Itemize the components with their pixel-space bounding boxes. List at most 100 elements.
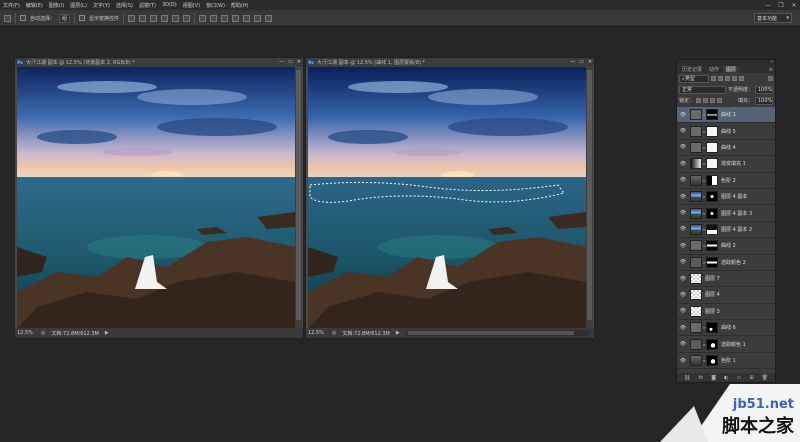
- lock-position-icon[interactable]: [710, 98, 716, 103]
- layer-name[interactable]: 选取颜色 2: [721, 259, 746, 266]
- layer-row[interactable]: 👁 ∞ 曲线 2: [677, 238, 775, 255]
- lock-image-icon[interactable]: [703, 98, 709, 103]
- auto-align-icon[interactable]: [265, 14, 273, 22]
- visibility-eye-icon[interactable]: 👁: [679, 177, 687, 183]
- layer-row[interactable]: 👁 图层 4: [677, 287, 775, 304]
- layer-name[interactable]: 曲线 1: [721, 111, 736, 118]
- layer-mask-thumbnail[interactable]: [706, 141, 718, 153]
- new-layer-icon[interactable]: ⊞: [749, 375, 753, 381]
- layer-row[interactable]: 👁 ∞ 渐变填充 1: [677, 156, 775, 173]
- menu-window[interactable]: 窗口(W): [203, 2, 228, 9]
- layer-row[interactable]: 👁 ∞ 曲线 4: [677, 140, 775, 157]
- layer-name[interactable]: 图层 4 副本 2: [721, 226, 752, 233]
- filter-toggle-icon[interactable]: [768, 76, 773, 81]
- app-close-button[interactable]: ✕: [790, 2, 798, 9]
- distribute-middle-icon[interactable]: [210, 14, 218, 22]
- adjustment-icon[interactable]: ◐: [724, 375, 728, 381]
- distribute-left-icon[interactable]: [232, 14, 240, 22]
- layer-row[interactable]: 👁 ∞ 曲线 1: [677, 107, 775, 124]
- layer-mask-thumbnail[interactable]: [706, 191, 718, 203]
- layer-name[interactable]: 图层 4 副本: [721, 193, 747, 200]
- lock-transparent-icon[interactable]: [696, 98, 702, 103]
- move-tool-icon[interactable]: [4, 14, 11, 22]
- distribute-center-icon[interactable]: [243, 14, 251, 22]
- doc-close-button[interactable]: ✕: [297, 59, 301, 65]
- layer-name[interactable]: 色阶 1: [721, 357, 736, 364]
- show-transform-checkbox[interactable]: [79, 15, 86, 21]
- workspace-switcher[interactable]: 基本功能 ▾: [754, 13, 792, 23]
- visibility-eye-icon[interactable]: 👁: [679, 325, 687, 331]
- filter-type-icon[interactable]: [725, 76, 730, 81]
- photo-thumbnail-icon[interactable]: [690, 207, 702, 219]
- layer-mask-thumbnail[interactable]: [706, 240, 718, 252]
- doc-minimize-button[interactable]: —: [570, 59, 575, 65]
- selective-thumbnail-icon[interactable]: [690, 256, 702, 268]
- fx-icon[interactable]: fx: [698, 375, 703, 381]
- layer-name[interactable]: 图层 7: [705, 275, 720, 282]
- auto-select-dropdown[interactable]: 组: [59, 13, 71, 23]
- layer-mask-thumbnail[interactable]: [706, 256, 718, 268]
- menu-3d[interactable]: 3D(D): [159, 2, 180, 8]
- tab-history[interactable]: 历史记录: [679, 66, 705, 73]
- status-menu-arrow-icon[interactable]: ▶: [105, 330, 109, 336]
- menu-edit[interactable]: 编辑(E): [23, 2, 46, 9]
- checker-thumbnail-icon[interactable]: [690, 273, 702, 285]
- vertical-scrollbar[interactable]: [586, 68, 593, 329]
- visibility-eye-icon[interactable]: 👁: [679, 358, 687, 364]
- app-restore-button[interactable]: ❐: [777, 2, 785, 9]
- filter-shape-icon[interactable]: [732, 76, 737, 81]
- auto-select-checkbox[interactable]: [20, 15, 26, 21]
- curves-thumbnail-icon[interactable]: [690, 109, 702, 121]
- menu-filter[interactable]: 滤镜(T): [136, 2, 159, 9]
- lock-all-icon[interactable]: [717, 98, 723, 103]
- visibility-eye-icon[interactable]: 👁: [679, 243, 687, 249]
- menu-file[interactable]: 文件(F): [0, 2, 23, 9]
- layer-mask-thumbnail[interactable]: [706, 158, 718, 170]
- menu-type[interactable]: 文字(Y): [90, 2, 113, 9]
- document-canvas[interactable]: [308, 67, 586, 329]
- layer-row[interactable]: 👁 ∞ 选取颜色 1: [677, 336, 775, 353]
- distribute-top-icon[interactable]: [199, 14, 207, 22]
- visibility-eye-icon[interactable]: 👁: [679, 341, 687, 347]
- document-title-bar[interactable]: Ps 大汗江湖 副本 @ 12.5% (背景副本 2, RGB/8) * — ▭…: [15, 58, 303, 67]
- layer-row[interactable]: 👁 ∞ 图层 4 副本 3: [677, 205, 775, 222]
- tab-actions[interactable]: 动作: [706, 66, 722, 73]
- layer-row[interactable]: 👁 ∞ 曲线 5: [677, 123, 775, 140]
- checker-thumbnail-icon[interactable]: [690, 305, 702, 317]
- gradient-thumbnail-icon[interactable]: [690, 158, 702, 170]
- filter-pixel-icon[interactable]: [711, 76, 716, 81]
- photo-thumbnail-icon[interactable]: [690, 191, 702, 203]
- layer-mask-thumbnail[interactable]: [706, 174, 718, 186]
- document-window-right[interactable]: Ps 大汗江湖 副本 @ 12.5% (曲线 1, 图层蒙版/8) * — ▭ …: [305, 57, 595, 339]
- trash-icon[interactable]: 🗑: [762, 375, 768, 381]
- mask-icon[interactable]: ◙: [711, 375, 716, 381]
- layer-row[interactable]: 👁 ∞ 选取颜色 2: [677, 255, 775, 271]
- visibility-eye-icon[interactable]: 👁: [679, 112, 687, 118]
- doc-maximize-button[interactable]: ▭: [579, 59, 584, 65]
- layer-name[interactable]: 图层 3: [705, 308, 720, 315]
- visibility-eye-icon[interactable]: 👁: [679, 292, 687, 298]
- visibility-eye-icon[interactable]: 👁: [679, 226, 687, 232]
- vertical-scrollbar[interactable]: [295, 68, 302, 329]
- document-title-bar[interactable]: Ps 大汗江湖 副本 @ 12.5% (曲线 1, 图层蒙版/8) * — ▭ …: [306, 58, 594, 67]
- layer-row[interactable]: 👁 ∞ 色阶 2: [677, 173, 775, 189]
- photo-thumbnail-icon[interactable]: [690, 223, 702, 235]
- curves-thumbnail-icon[interactable]: [690, 141, 702, 153]
- visibility-eye-icon[interactable]: 👁: [679, 194, 687, 200]
- doc-maximize-button[interactable]: ▭: [288, 59, 293, 65]
- status-info-icon[interactable]: ◎: [41, 330, 45, 336]
- layer-row[interactable]: 👁 图层 7: [677, 271, 775, 288]
- layer-row[interactable]: 👁 ∞ 图层 4 副本: [677, 189, 775, 206]
- layer-row[interactable]: 👁 ∞ 曲线 6: [677, 320, 775, 337]
- folder-icon[interactable]: ▭: [737, 375, 742, 381]
- layer-name[interactable]: 选取颜色 1: [721, 341, 746, 348]
- zoom-level[interactable]: 12.5%: [308, 330, 326, 336]
- zoom-level[interactable]: 12.5%: [17, 330, 35, 336]
- align-top-icon[interactable]: [128, 14, 136, 22]
- visibility-eye-icon[interactable]: 👁: [679, 161, 687, 167]
- layers-list[interactable]: 👁 ∞ 曲线 1 👁 ∞ 曲线 5 👁 ∞ 曲线 4 👁 ∞ 渐变填充 1 👁 ∞ 色阶 2 👁 ∞ 图层 4 副…: [677, 107, 775, 375]
- filter-smart-icon[interactable]: [739, 76, 744, 81]
- fill-input[interactable]: 100%: [755, 96, 773, 105]
- menu-select[interactable]: 选择(S): [113, 2, 136, 9]
- opacity-input[interactable]: 100%: [755, 85, 773, 94]
